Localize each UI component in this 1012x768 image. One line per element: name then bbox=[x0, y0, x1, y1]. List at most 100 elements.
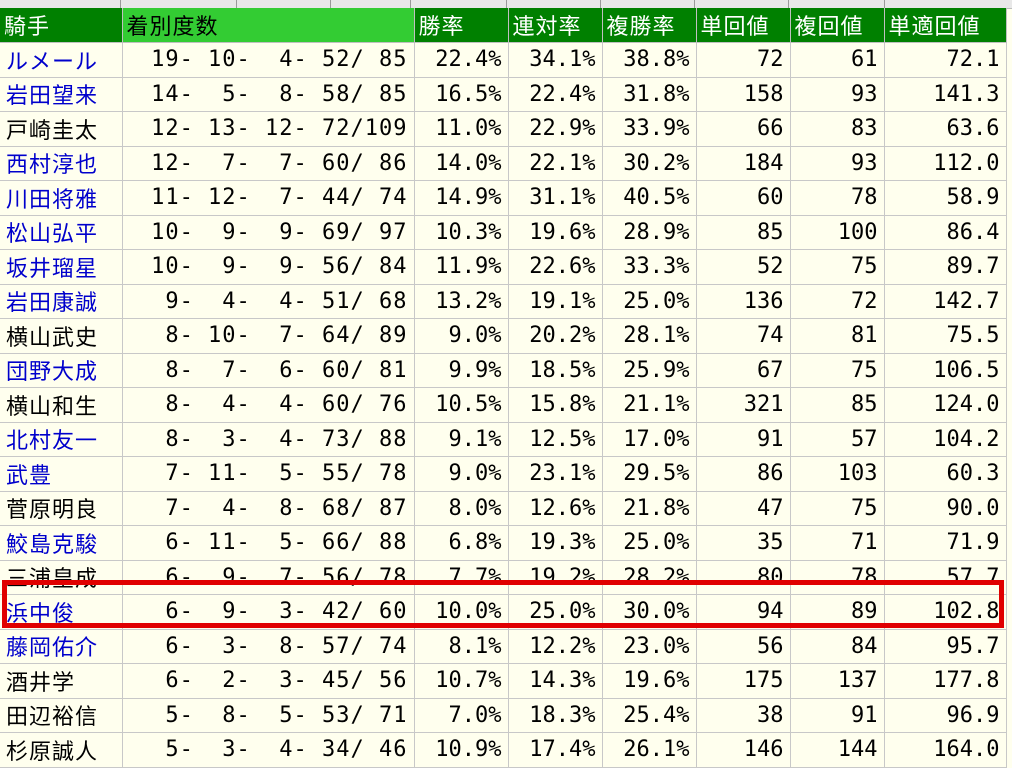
cell-place-rate: 19.1% bbox=[508, 284, 603, 319]
table-row[interactable]: 酒井学 6- 2- 3- 45/ 56 10.7% 14.3% 19.6% 175 137… bbox=[0, 663, 1007, 699]
cell-place-rate: 12.5% bbox=[508, 422, 603, 457]
table-row[interactable]: 戸崎圭太 12- 13- 12- 72/109 11.0% 22.9% 33.9% 66 8… bbox=[0, 111, 1007, 147]
cell-win-rate: 14.9% bbox=[414, 180, 509, 216]
cell-jockey-name[interactable]: 団野大成 bbox=[0, 353, 123, 388]
cell-jockey-name[interactable]: ルメール bbox=[0, 42, 123, 78]
table-row[interactable]: 松山弘平 10- 9- 9- 69/ 97 10.3% 19.6% 28.9% 85 100… bbox=[0, 215, 1007, 250]
table-row[interactable]: 藤岡佑介 6- 3- 8- 57/ 74 8.1% 12.2% 23.0% 56 84 95… bbox=[0, 629, 1007, 664]
table-row[interactable]: 団野大成 8- 7- 6- 60/ 81 9.9% 18.5% 25.9% 67 75 10… bbox=[0, 353, 1007, 388]
cell-win-rate: 6.8% bbox=[414, 525, 509, 561]
cell-win-return: 321 bbox=[696, 387, 791, 423]
cell-jockey-name[interactable]: 北村友一 bbox=[0, 422, 123, 457]
table-row[interactable]: 岩田望来 14- 5- 8- 58/ 85 16.5% 22.4% 31.8% 158 93… bbox=[0, 77, 1007, 112]
cell-jockey-name[interactable]: 浜中俊 bbox=[0, 594, 123, 630]
cell-show-return: 78 bbox=[790, 180, 885, 216]
cell-show-return: 75 bbox=[790, 353, 885, 388]
cell-win-return: 136 bbox=[696, 284, 791, 319]
cell-show-rate: 38.8% bbox=[602, 42, 697, 78]
cell-fit-return: 112.0 bbox=[884, 146, 1007, 181]
cell-show-rate: 40.5% bbox=[602, 180, 697, 216]
header-place-rate[interactable]: 連対率 bbox=[508, 8, 603, 43]
cell-jockey-name[interactable]: 松山弘平 bbox=[0, 215, 123, 250]
header-fit-return[interactable]: 単適回値 bbox=[884, 8, 1007, 43]
cell-place-rate: 14.3% bbox=[508, 663, 603, 699]
table-row[interactable]: 鮫島克駿 6- 11- 5- 66/ 88 6.8% 19.3% 25.0% 35 71 7… bbox=[0, 525, 1007, 561]
header-win-rate[interactable]: 勝率 bbox=[414, 8, 509, 43]
cell-win-return: 56 bbox=[696, 629, 791, 664]
table-row[interactable]: 岩田康誠 9- 4- 4- 51/ 68 13.2% 19.1% 25.0% 136 72… bbox=[0, 284, 1007, 319]
cell-record: 6- 3- 8- 57/ 74 bbox=[122, 629, 415, 664]
table-row[interactable]: 田辺裕信 5- 8- 5- 53/ 71 7.0% 18.3% 25.4% 38 91 96… bbox=[0, 698, 1007, 733]
cell-fit-return: 90.0 bbox=[884, 491, 1007, 526]
header-show-rate[interactable]: 複勝率 bbox=[602, 8, 697, 43]
cell-fit-return: 57.7 bbox=[884, 560, 1007, 595]
cell-jockey-name: 田辺裕信 bbox=[0, 698, 123, 733]
table-row[interactable]: 三浦皇成 6- 9- 7- 56/ 78 7.7% 19.2% 28.2% 80 78 57… bbox=[0, 560, 1007, 595]
cell-show-return: 89 bbox=[790, 594, 885, 630]
cell-jockey-name: 菅原明良 bbox=[0, 491, 123, 526]
table-row[interactable]: 北村友一 8- 3- 4- 73/ 88 9.1% 12.5% 17.0% 91 57 10… bbox=[0, 422, 1007, 457]
cell-show-return: 78 bbox=[790, 560, 885, 595]
table-row[interactable]: 西村淳也 12- 7- 7- 60/ 86 14.0% 22.1% 30.2% 184 93… bbox=[0, 146, 1007, 181]
cell-fit-return: 124.0 bbox=[884, 387, 1007, 423]
cell-win-return: 85 bbox=[696, 215, 791, 250]
cell-jockey-name[interactable]: 藤岡佑介 bbox=[0, 629, 123, 664]
cell-place-rate: 23.1% bbox=[508, 456, 603, 492]
cell-record: 5- 3- 4- 34/ 46 bbox=[122, 732, 415, 768]
cell-jockey-name[interactable]: 川田将雅 bbox=[0, 180, 123, 216]
cell-show-rate: 25.4% bbox=[602, 698, 697, 733]
header-show-return[interactable]: 複回値 bbox=[790, 8, 885, 43]
cell-show-rate: 17.0% bbox=[602, 422, 697, 457]
header-win-return[interactable]: 単回値 bbox=[696, 8, 791, 43]
cell-place-rate: 22.4% bbox=[508, 77, 603, 112]
cell-win-rate: 7.0% bbox=[414, 698, 509, 733]
cell-jockey-name[interactable]: 坂井瑠星 bbox=[0, 249, 123, 285]
cell-record: 8- 7- 6- 60/ 81 bbox=[122, 353, 415, 388]
cell-show-return: 91 bbox=[790, 698, 885, 733]
cell-fit-return: 102.8 bbox=[884, 594, 1007, 630]
table-row[interactable]: 坂井瑠星 10- 9- 9- 56/ 84 11.9% 22.6% 33.3% 52 75 8… bbox=[0, 249, 1007, 285]
cell-show-rate: 26.1% bbox=[602, 732, 697, 768]
table-row[interactable]: 川田将雅 11- 12- 7- 44/ 74 14.9% 31.1% 40.5% 60 78… bbox=[0, 180, 1007, 216]
cell-win-rate: 10.0% bbox=[414, 594, 509, 630]
cell-record: 7- 11- 5- 55/ 78 bbox=[122, 456, 415, 492]
cell-fit-return: 75.5 bbox=[884, 318, 1007, 354]
cell-jockey-name[interactable]: 岩田康誠 bbox=[0, 284, 123, 319]
cell-jockey-name[interactable]: 武豊 bbox=[0, 456, 123, 492]
cell-jockey-name[interactable]: 西村淳也 bbox=[0, 146, 123, 181]
cell-place-rate: 34.1% bbox=[508, 42, 603, 78]
cell-record: 12- 13- 12- 72/109 bbox=[122, 111, 415, 147]
table-row[interactable]: 浜中俊 6- 9- 3- 42/ 60 10.0% 25.0% 30.0% 94 89 10… bbox=[0, 594, 1007, 630]
table-row[interactable]: 横山和生 8- 4- 4- 60/ 76 10.5% 15.8% 21.1% 321 85… bbox=[0, 387, 1007, 423]
cell-win-return: 35 bbox=[696, 525, 791, 561]
cell-win-return: 67 bbox=[696, 353, 791, 388]
table-row[interactable]: 菅原明良 7- 4- 8- 68/ 87 8.0% 12.6% 21.8% 47 75 90… bbox=[0, 491, 1007, 526]
cell-win-rate: 9.0% bbox=[414, 318, 509, 354]
cell-win-rate: 8.1% bbox=[414, 629, 509, 664]
cell-show-rate: 33.9% bbox=[602, 111, 697, 147]
cell-show-rate: 21.1% bbox=[602, 387, 697, 423]
cell-jockey-name[interactable]: 岩田望来 bbox=[0, 77, 123, 112]
cell-win-return: 38 bbox=[696, 698, 791, 733]
cell-record: 5- 8- 5- 53/ 71 bbox=[122, 698, 415, 733]
cell-record: 7- 4- 8- 68/ 87 bbox=[122, 491, 415, 526]
cell-show-return: 81 bbox=[790, 318, 885, 354]
table-row[interactable]: 杉原誠人 5- 3- 4- 34/ 46 10.9% 17.4% 26.1% 146 14… bbox=[0, 732, 1007, 768]
cell-record: 19- 10- 4- 52/ 85 bbox=[122, 42, 415, 78]
cell-show-return: 84 bbox=[790, 629, 885, 664]
header-record[interactable]: 着別度数 bbox=[122, 8, 415, 43]
cell-fit-return: 89.7 bbox=[884, 249, 1007, 285]
cell-show-return: 103 bbox=[790, 456, 885, 492]
cell-jockey-name[interactable]: 鮫島克駿 bbox=[0, 525, 123, 561]
table-row[interactable]: 横山武史 8- 10- 7- 64/ 89 9.0% 20.2% 28.1% 74 81 7… bbox=[0, 318, 1007, 354]
table-row[interactable]: ルメール 19- 10- 4- 52/ 85 22.4% 34.1% 38.8% 72 61… bbox=[0, 42, 1007, 78]
cell-win-return: 72 bbox=[696, 42, 791, 78]
cell-place-rate: 19.3% bbox=[508, 525, 603, 561]
cell-jockey-name: 三浦皇成 bbox=[0, 560, 123, 595]
cell-fit-return: 86.4 bbox=[884, 215, 1007, 250]
cell-show-return: 72 bbox=[790, 284, 885, 319]
header-jockey[interactable]: 騎手 bbox=[0, 8, 123, 43]
cell-fit-return: 71.9 bbox=[884, 525, 1007, 561]
table-row[interactable]: 武豊 7- 11- 5- 55/ 78 9.0% 23.1% 29.5% 86 103 60… bbox=[0, 456, 1007, 492]
cell-win-return: 94 bbox=[696, 594, 791, 630]
